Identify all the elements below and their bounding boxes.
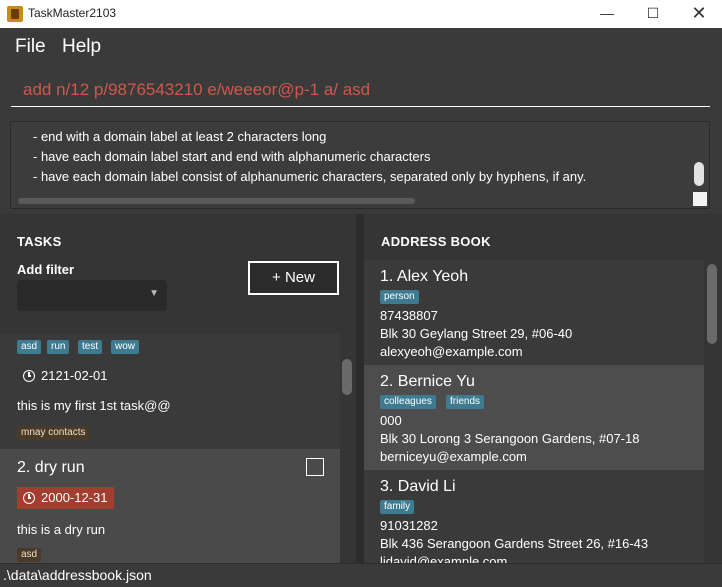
status-bar: .\data\addressbook.json: [0, 563, 722, 587]
task-contact: asd: [17, 548, 42, 562]
person-card[interactable]: 3. David Li family 91031282 Blk 436 Sera…: [364, 470, 704, 563]
result-display[interactable]: - end with a domain label at least 2 cha…: [10, 121, 710, 209]
menu-help[interactable]: Help: [62, 36, 101, 58]
filter-label: Add filter: [17, 262, 75, 277]
save-location: .\data\addressbook.json: [3, 567, 152, 583]
address-book-panel: ADDRESS BOOK 1. Alex Yeoh person 8743880…: [364, 214, 722, 563]
person-email: berniceyu@example.com: [380, 449, 527, 464]
clock-icon: [23, 492, 35, 504]
command-input[interactable]: add n/12 p/9876543210 e/weeeor@p-1 a/ as…: [23, 80, 370, 100]
panel-divider[interactable]: [356, 214, 364, 563]
result-horizontal-scrollbar[interactable]: [18, 198, 415, 204]
menu-file[interactable]: File: [15, 36, 46, 58]
command-underline: [11, 106, 710, 107]
deadline-text: 2121-02-01: [41, 368, 108, 383]
task-tag: wow: [111, 340, 140, 354]
chevron-down-icon: ▼: [149, 288, 159, 299]
command-box[interactable]: add n/12 p/9876543210 e/weeeor@p-1 a/ as…: [0, 64, 722, 116]
address-book-heading: ADDRESS BOOK: [381, 234, 491, 249]
task-deadline: 2121-02-01: [17, 365, 108, 387]
task-card[interactable]: 2. dry run 2000-12-31 this is a dry run …: [0, 449, 340, 563]
task-list-scrollbar[interactable]: [342, 359, 352, 395]
result-line: - have each domain label consist of alph…: [33, 169, 587, 184]
person-email: lidavid@example.com: [380, 554, 508, 563]
person-list-scrollbar[interactable]: [707, 264, 717, 344]
deadline-text: 2000-12-31: [41, 490, 108, 505]
person-list[interactable]: 1. Alex Yeoh person 87438807 Blk 30 Geyl…: [364, 260, 704, 563]
person-phone: 91031282: [380, 518, 438, 533]
task-description: this is my first 1st task@@: [17, 398, 171, 413]
task-tag: asd: [17, 340, 42, 354]
person-card[interactable]: 1. Alex Yeoh person 87438807 Blk 30 Geyl…: [364, 260, 704, 365]
task-card[interactable]: asd run test wow 2121-02-01 this is my f…: [0, 334, 340, 449]
task-title: 2. dry run: [17, 459, 85, 476]
person-address: Blk 30 Lorong 3 Serangoon Gardens, #07-1…: [380, 431, 640, 446]
close-button[interactable]: ✕: [676, 0, 722, 28]
person-address: Blk 436 Serangoon Gardens Street 26, #16…: [380, 536, 649, 551]
person-tag: family: [380, 500, 415, 514]
task-tag: run: [47, 340, 70, 354]
task-deadline-overdue: 2000-12-31: [17, 487, 114, 509]
task-description: this is a dry run: [17, 522, 106, 537]
task-tag: test: [78, 340, 103, 354]
menu-bar: File Help: [0, 28, 722, 64]
person-name: 1. Alex Yeoh: [380, 268, 469, 285]
person-email: alexyeoh@example.com: [380, 344, 523, 359]
clock-icon: [23, 370, 35, 382]
person-tag: colleagues: [380, 395, 436, 409]
filter-dropdown[interactable]: ▼: [17, 280, 167, 311]
person-name: 3. David Li: [380, 478, 456, 495]
maximize-button[interactable]: ☐: [630, 0, 676, 28]
task-done-checkbox[interactable]: [306, 458, 324, 476]
task-list[interactable]: asd run test wow 2121-02-01 this is my f…: [0, 334, 340, 563]
person-tag: person: [380, 290, 419, 304]
new-task-button[interactable]: + New: [248, 261, 339, 295]
minimize-button[interactable]: —: [584, 0, 630, 28]
tasks-panel: TASKS Add filter ▼ + New asd run test wo…: [0, 214, 356, 563]
person-phone: 87438807: [380, 308, 438, 323]
window-title: TaskMaster2103: [28, 6, 117, 20]
tasks-heading: TASKS: [17, 234, 62, 249]
person-phone: 000: [380, 413, 402, 428]
result-line: - end with a domain label at least 2 cha…: [33, 129, 327, 144]
person-card[interactable]: 2. Bernice Yu colleagues friends 000 Blk…: [364, 365, 704, 470]
title-bar: TaskMaster2103 — ☐ ✕: [0, 0, 722, 28]
result-display-area: - end with a domain label at least 2 cha…: [0, 116, 722, 214]
task-contact: mnay contacts: [17, 426, 90, 440]
person-address: Blk 30 Geylang Street 29, #06-40: [380, 326, 573, 341]
result-vertical-scrollbar[interactable]: [694, 162, 704, 186]
result-line: - have each domain label start and end w…: [33, 149, 431, 164]
person-tag: friends: [446, 395, 485, 409]
app-icon: [7, 6, 23, 22]
scroll-corner: [693, 192, 707, 206]
person-name: 2. Bernice Yu: [380, 373, 475, 390]
